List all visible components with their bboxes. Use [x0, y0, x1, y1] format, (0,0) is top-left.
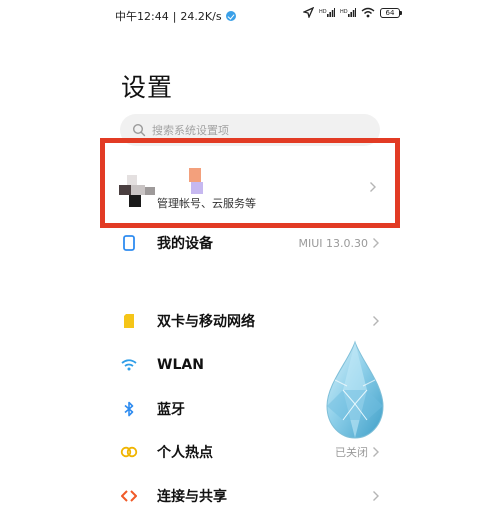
item-value: MIUI 13.0.30 — [298, 236, 368, 250]
svg-text:HD: HD — [319, 9, 327, 15]
network-speed: 24.2K/s — [180, 9, 222, 23]
item-label: 我的设备 — [157, 236, 213, 252]
page-title: 设置 — [121, 73, 174, 102]
wifi-icon — [120, 356, 138, 374]
hotspot-icon — [120, 443, 138, 461]
list-item-hotspot[interactable]: 个人热点 已关闭 — [120, 437, 382, 467]
location-icon — [303, 7, 314, 18]
status-time: 中午12:44 — [115, 10, 169, 23]
bluetooth-icon — [120, 400, 138, 418]
chevron-right-icon — [373, 238, 379, 248]
sim-card-icon — [120, 312, 138, 330]
status-right: HD HD 64 — [303, 7, 402, 18]
item-label: 个人热点 — [157, 445, 213, 461]
item-label: 蓝牙 — [157, 402, 185, 418]
battery-icon: 64 — [380, 7, 402, 18]
search-icon — [132, 123, 146, 137]
signal-icon-1: HD — [319, 8, 335, 17]
verified-icon — [225, 11, 236, 21]
account-card[interactable]: 管理帐号、云服务等 — [100, 138, 400, 228]
chevron-right-icon — [373, 447, 379, 457]
item-value: 已关闭 — [335, 446, 368, 459]
item-label: 连接与共享 — [157, 489, 227, 505]
wifi-status-icon — [361, 7, 375, 18]
svg-text:HD: HD — [340, 9, 348, 15]
list-item-share[interactable]: 连接与共享 — [120, 481, 382, 511]
list-item-sim[interactable]: 双卡与移动网络 — [120, 306, 382, 336]
chevron-right-icon — [370, 182, 376, 192]
status-left: 中午12:44 | 24.2K/s — [115, 8, 236, 24]
chevron-right-icon — [373, 316, 379, 326]
item-label: 双卡与移动网络 — [157, 314, 255, 330]
item-label: WLAN — [157, 357, 204, 373]
status-bar: 中午12:44 | 24.2K/s HD HD 64 — [0, 0, 500, 30]
account-name-image — [189, 168, 203, 194]
chevron-right-icon — [373, 491, 379, 501]
signal-icon-2: HD — [340, 8, 356, 17]
gem-image — [326, 340, 384, 439]
search-input[interactable] — [152, 123, 352, 137]
share-icon — [120, 487, 138, 505]
phone-icon — [120, 234, 138, 252]
account-subtitle: 管理帐号、云服务等 — [157, 197, 256, 210]
status-separator: | — [172, 9, 177, 23]
list-item-my-device[interactable]: 我的设备 MIUI 13.0.30 — [120, 228, 382, 258]
avatar — [119, 175, 155, 207]
